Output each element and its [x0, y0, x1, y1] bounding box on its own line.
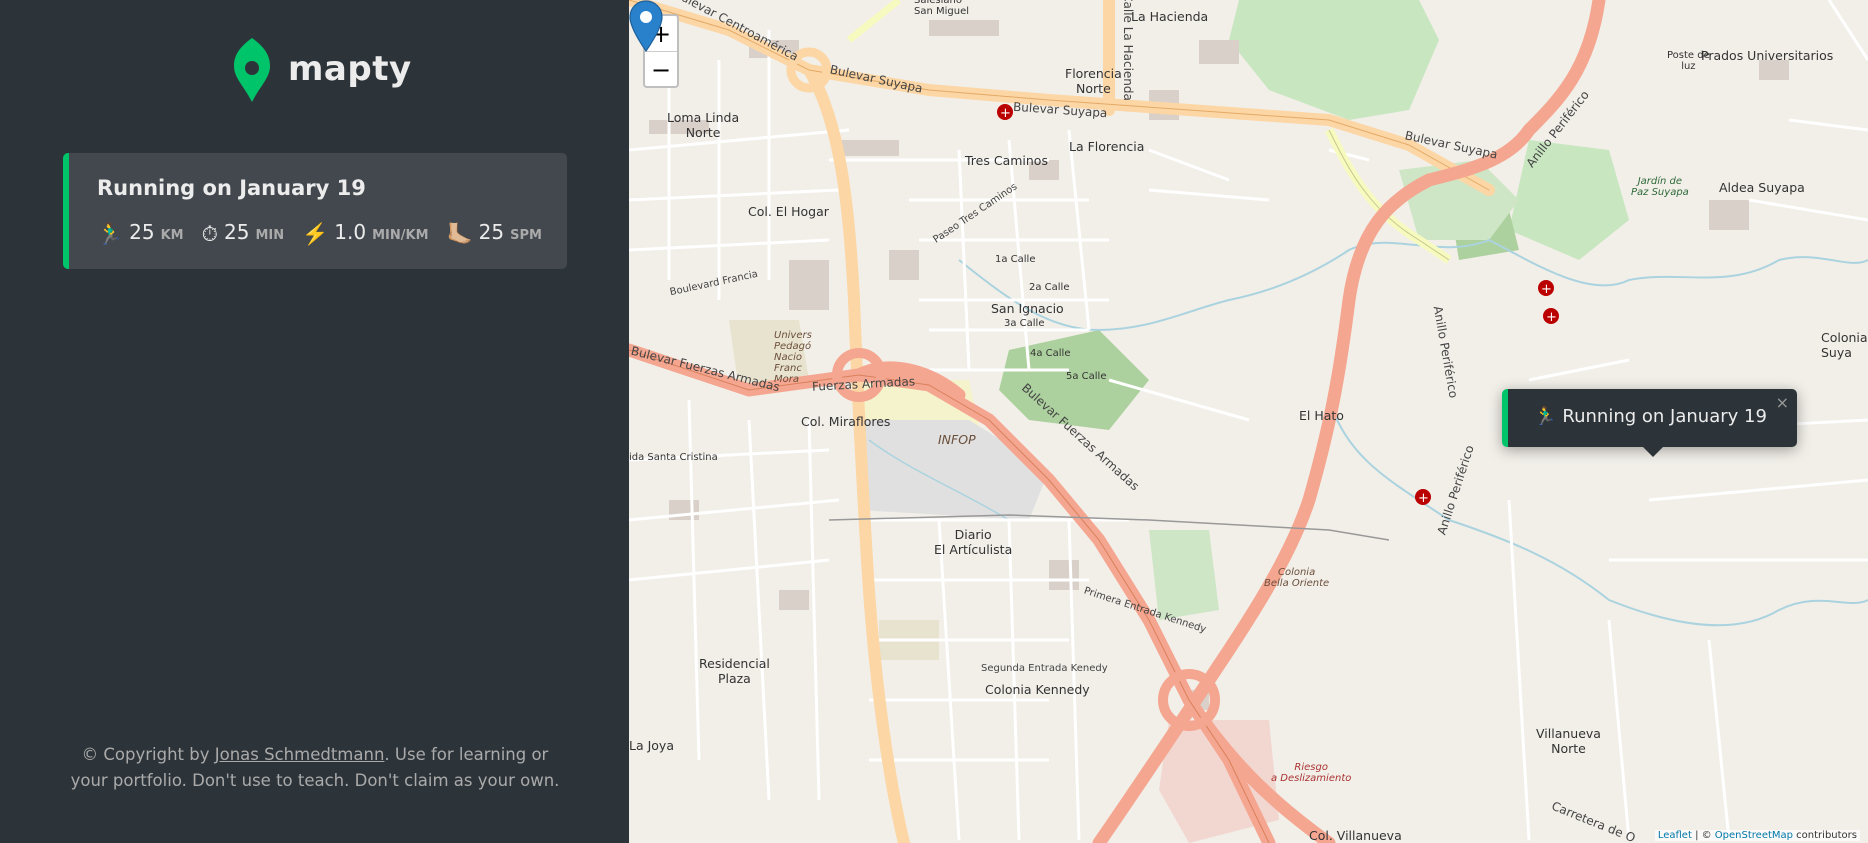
label-prados: Prados Universitarios: [1701, 48, 1834, 63]
label-riesgo: Riesgo a Deslizamiento: [1271, 762, 1352, 784]
cadence-value: 25: [478, 220, 505, 244]
label-5a-calle: 5a Calle: [1066, 371, 1107, 382]
label-santa-cristina: ida Santa Cristina: [629, 452, 718, 463]
workout-pace: ⚡️ 1.0 MIN/KM: [302, 220, 429, 246]
popup-content: 🏃‍♂️ Running on January 19: [1534, 406, 1767, 427]
popup-label: Running on January 19: [1562, 406, 1767, 427]
map-attribution: Leaflet | © OpenStreetMap contributors: [1654, 830, 1860, 841]
label-2a-calle: 2a Calle: [1029, 282, 1070, 293]
label-villanueva-norte: Villanueva Norte: [1536, 726, 1601, 756]
label-colonia-suyapa: Colonia Suya: [1821, 330, 1868, 360]
attribution-suffix: contributors: [1793, 830, 1857, 841]
label-3a-calle: 3a Calle: [1004, 318, 1045, 329]
duration-value: 25: [224, 220, 250, 244]
pace-value: 1.0: [334, 220, 367, 244]
duration-unit: MIN: [255, 228, 285, 243]
logo: mapty: [232, 36, 412, 102]
label-aldea-suyapa: Aldea Suyapa: [1719, 180, 1805, 195]
label-residencial-plaza: Residencial Plaza: [699, 656, 770, 686]
label-el-hato: El Hato: [1299, 408, 1344, 423]
workout-title: Running on January 19: [97, 176, 366, 200]
label-1a-calle: 1a Calle: [995, 254, 1036, 265]
cadence-unit: SPM: [510, 228, 542, 243]
label-4a-calle: 4a Calle: [1030, 348, 1071, 359]
label-salesiano: Salesiano San Miguel: [914, 0, 970, 17]
label-segunda-entrada: Segunda Entrada Kenedy: [981, 663, 1108, 674]
workout-details: 🏃‍♂️ 25 KM ⏱ 25 MIN ⚡️ 1.0 MIN/KM 🦶🏼 25 …: [97, 220, 560, 246]
label-miraflores: Col. Miraflores: [801, 414, 891, 429]
label-universidad: Univers Pedagó Nacio Franc Mora: [774, 330, 812, 385]
label-colonia-kennedy: Colonia Kennedy: [985, 682, 1090, 697]
popup-tip: [1641, 445, 1665, 457]
workout-distance: 🏃‍♂️ 25 KM: [97, 220, 184, 246]
label-colonia-bella: Colonia Bella Oriente: [1264, 567, 1330, 589]
distance-value: 25: [129, 220, 155, 244]
osm-link[interactable]: OpenStreetMap: [1715, 830, 1793, 841]
label-col-el-hogar: Col. El Hogar: [748, 204, 829, 219]
workout-card[interactable]: Running on January 19 🏃‍♂️ 25 KM ⏱ 25 MI…: [63, 153, 567, 269]
distance-unit: KM: [160, 228, 184, 243]
workout-duration: ⏱ 25 MIN: [201, 220, 285, 246]
map-marker-icon[interactable]: [629, 0, 663, 52]
map[interactable]: + + + + Bulevar Centroamérica Salesiano …: [629, 0, 1868, 843]
popup-close-button[interactable]: ×: [1776, 393, 1789, 412]
copyright-prefix: © Copyright by: [81, 745, 215, 764]
runner-icon: 🏃‍♂️: [1534, 406, 1557, 427]
runner-icon: 🏃‍♂️: [97, 222, 124, 246]
pace-unit: MIN/KM: [372, 228, 429, 243]
zoom-out-button[interactable]: −: [645, 51, 677, 87]
author-link[interactable]: Jonas Schmedtmann: [215, 745, 385, 764]
label-diario: Diario El Artículista: [934, 527, 1013, 557]
footprint-icon: 🦶🏼: [446, 222, 473, 246]
label-florencia-norte: Florencia Norte: [1065, 66, 1122, 96]
label-la-hacienda: La Hacienda: [1131, 9, 1209, 24]
lightning-icon: ⚡️: [302, 222, 329, 246]
stopwatch-icon: ⏱: [201, 222, 219, 246]
label-la-florencia: La Florencia: [1069, 139, 1145, 154]
copyright: © Copyright by Jonas Schmedtmann. Use fo…: [70, 742, 560, 794]
workout-popup[interactable]: 🏃‍♂️ Running on January 19 ×: [1502, 389, 1797, 457]
label-tres-caminos: Tres Caminos: [965, 153, 1048, 168]
label-jardin: Jardín de Paz Suyapa: [1631, 176, 1689, 198]
svg-text:+: +: [1418, 491, 1429, 506]
svg-text:+: +: [1000, 106, 1011, 121]
sidebar: mapty Running on January 19 🏃‍♂️ 25 KM ⏱…: [0, 0, 629, 843]
logo-text: mapty: [288, 49, 412, 89]
label-infop: INFOP: [938, 432, 976, 447]
svg-text:+: +: [1546, 310, 1557, 325]
svg-text:+: +: [1541, 282, 1552, 297]
label-san-ignacio: San Ignacio: [991, 301, 1064, 316]
map-pin-icon: [234, 38, 270, 102]
label-loma-linda: Loma Linda Norte: [667, 110, 740, 140]
label-la-joya: La Joya: [629, 738, 674, 753]
workout-cadence: 🦶🏼 25 SPM: [446, 220, 542, 246]
attribution-separator: | ©: [1691, 830, 1715, 841]
leaflet-link[interactable]: Leaflet: [1658, 830, 1692, 841]
